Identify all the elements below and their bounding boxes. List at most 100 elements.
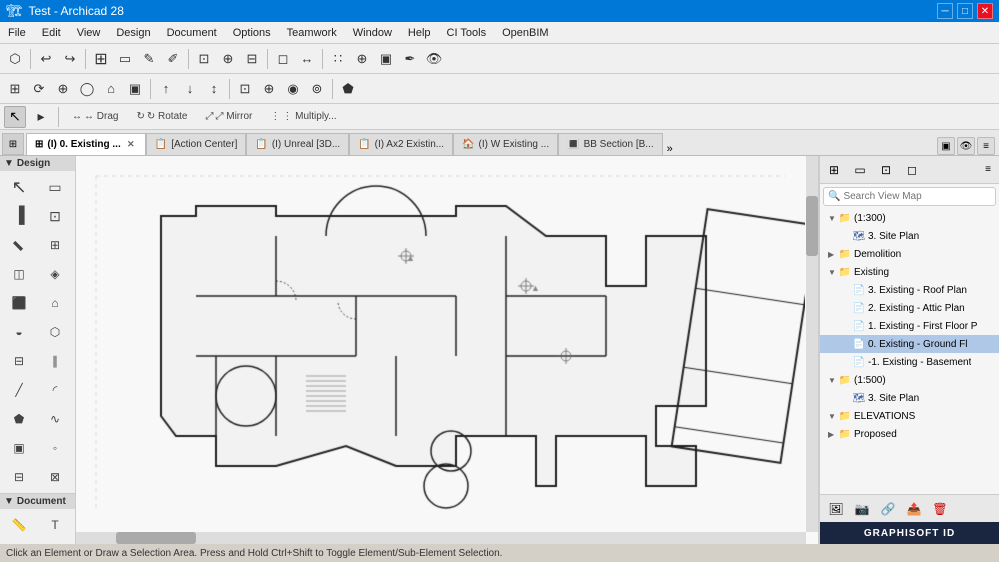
zoom-fit-button[interactable]: ⊡	[193, 48, 215, 70]
move-down-button[interactable]: ↓	[179, 78, 201, 100]
tool-column[interactable]: ⊡	[38, 202, 72, 230]
home-button[interactable]: ⌂	[100, 78, 122, 100]
drag-button[interactable]: ↔ ↔ Drag	[65, 107, 125, 127]
tool-stair[interactable]: ⊟	[2, 347, 36, 375]
maximize-button[interactable]: □	[957, 3, 973, 19]
tool-mesh[interactable]: ⊠	[38, 463, 72, 491]
tool-spline[interactable]: ∿	[38, 405, 72, 433]
connect-button[interactable]: ⊕	[258, 78, 280, 100]
layer-button[interactable]: ⊞	[4, 78, 26, 100]
design-section-header[interactable]: ▼ Design	[0, 156, 75, 171]
tool-window[interactable]: ⊞	[38, 231, 72, 259]
tree-item-existing[interactable]: ▼ 📁 Existing	[820, 263, 999, 281]
menu-item-document[interactable]: Document	[159, 25, 225, 41]
tab-ax2[interactable]: 📋 (I) Ax2 Existin...	[349, 133, 453, 155]
view3d-button[interactable]: ◻	[272, 48, 294, 70]
arrow-right-button[interactable]: ▸	[30, 106, 52, 128]
menu-item-file[interactable]: File	[0, 25, 34, 41]
menu-item-openbim[interactable]: OpenBIM	[494, 25, 556, 41]
align-button[interactable]: ↕	[203, 78, 225, 100]
tool-railing[interactable]: ∥	[38, 347, 72, 375]
tree-item-first-floor[interactable]: 📄 1. Existing - First Floor P	[820, 317, 999, 335]
document-section-header[interactable]: ▼ Document	[0, 494, 75, 509]
tool-fill[interactable]: ▣	[2, 434, 36, 462]
close-button[interactable]: ✕	[977, 3, 993, 19]
tab-existing-close[interactable]: ✕	[125, 139, 137, 151]
tree-item-proposed[interactable]: ▶ 📁 Proposed	[820, 425, 999, 443]
grid-button[interactable]: ∷	[327, 48, 349, 70]
vm-link-button[interactable]: 🔗	[876, 498, 900, 520]
tool-shell[interactable]: ◒	[2, 318, 36, 346]
rp-section-button[interactable]: ⊡	[874, 159, 898, 181]
vm-preview-button[interactable]: 🖼	[824, 498, 848, 520]
undo-button[interactable]: ↩	[35, 48, 57, 70]
zoom-region-button[interactable]: ⊕	[52, 78, 74, 100]
menu-item-view[interactable]: View	[69, 25, 109, 41]
tool-morph[interactable]: ⬡	[38, 318, 72, 346]
rp-elevation-button[interactable]: ▭	[848, 159, 872, 181]
tree-item-1300[interactable]: ▼ 📁 (1:300)	[820, 209, 999, 227]
rp-floorplan-button[interactable]: ⊞	[822, 159, 846, 181]
zoom-in-button[interactable]: ⊕	[217, 48, 239, 70]
arrow-tool-button[interactable]: ↖	[4, 106, 26, 128]
eraser-button[interactable]: ✐	[162, 48, 184, 70]
fill-button[interactable]: ▣	[375, 48, 397, 70]
tree-item-elevations[interactable]: ▼ 📁 ELEVATIONS	[820, 407, 999, 425]
tool-text[interactable]: T	[38, 511, 72, 539]
ring-button[interactable]: ⊚	[306, 78, 328, 100]
horizontal-scrollbar[interactable]	[76, 532, 806, 544]
tab-overflow-button[interactable]: ≡	[977, 137, 995, 155]
tab-grid-button[interactable]: ⊞	[2, 133, 24, 155]
tree-item-ground-floor[interactable]: 📄 0. Existing - Ground Fl	[820, 335, 999, 353]
tree-item-1500[interactable]: ▼ 📁 (1:500)	[820, 371, 999, 389]
tab-action-center[interactable]: 📋 [Action Center]	[146, 133, 247, 155]
zoom-out-button[interactable]: ⊟	[241, 48, 263, 70]
tool-object[interactable]: ◈	[38, 260, 72, 288]
tree-item-attic-plan[interactable]: 📄 2. Existing - Attic Plan	[820, 299, 999, 317]
menu-item-design[interactable]: Design	[108, 25, 158, 41]
tool-slab[interactable]: ⬛	[2, 289, 36, 317]
move-up-button[interactable]: ↑	[155, 78, 177, 100]
menu-item-window[interactable]: Window	[345, 25, 400, 41]
vertical-scrollbar[interactable]	[806, 156, 818, 532]
tool-roof[interactable]: ⌂	[38, 289, 72, 317]
search-input[interactable]	[843, 191, 991, 202]
menu-item-ci-tools[interactable]: CI Tools	[439, 25, 495, 41]
tool-poly[interactable]: ⬟	[2, 405, 36, 433]
menu-item-teamwork[interactable]: Teamwork	[279, 25, 345, 41]
marquee-button[interactable]: ▭	[114, 48, 136, 70]
snap-button[interactable]: ⊕	[351, 48, 373, 70]
tool-select-area[interactable]: ▭	[38, 173, 72, 201]
tree-item-basement[interactable]: 📄 -1. Existing - Basement	[820, 353, 999, 371]
tree-item-siteplan2[interactable]: 🗺 3. Site Plan	[820, 389, 999, 407]
rp-3d-button[interactable]: ◻	[900, 159, 924, 181]
hex-button[interactable]: ⬟	[337, 78, 359, 100]
tool-arc[interactable]: ◜	[38, 376, 72, 404]
vm-camera-button[interactable]: 📷	[850, 498, 874, 520]
tab-w-existing[interactable]: 🏠 (I) W Existing ...	[453, 133, 558, 155]
tab-bb-section[interactable]: 🔳 BB Section [B...	[558, 133, 663, 155]
tool-zone[interactable]: ◦	[38, 434, 72, 462]
orbit-button[interactable]: ↔	[296, 48, 318, 70]
mirror-button[interactable]: ⤢ ⤢ Mirror	[198, 107, 259, 127]
tab-unreal[interactable]: 📋 (I) Unreal [3D...	[246, 133, 349, 155]
rp-menu-button[interactable]: ≡	[979, 159, 997, 181]
canvas-area[interactable]	[76, 156, 819, 544]
tool-line[interactable]: ╱	[2, 376, 36, 404]
tool-arrow[interactable]: ↖	[2, 173, 36, 201]
vm-delete-button[interactable]: 🗑	[928, 498, 952, 520]
multiply-button[interactable]: ⋮ ⋮ Multiply...	[263, 107, 343, 127]
tab-view-button[interactable]: ▣	[937, 137, 955, 155]
menu-item-help[interactable]: Help	[400, 25, 439, 41]
tab-more-button[interactable]: »	[663, 143, 677, 155]
vm-export-button[interactable]: 📤	[902, 498, 926, 520]
menu-item-edit[interactable]: Edit	[34, 25, 69, 41]
rotate-tool-button[interactable]: ↻ ↻ Rotate	[129, 107, 194, 127]
rotate-button[interactable]: ⟳	[28, 78, 50, 100]
circle-button[interactable]: ◯	[76, 78, 98, 100]
tab-existing[interactable]: ⊞ (I) 0. Existing ... ✕	[26, 133, 146, 155]
point-button[interactable]: ◉	[282, 78, 304, 100]
pen-button[interactable]: ✒	[399, 48, 421, 70]
tool-dim[interactable]: 📏	[2, 511, 36, 539]
tab-eye-button[interactable]: 👁	[957, 137, 975, 155]
